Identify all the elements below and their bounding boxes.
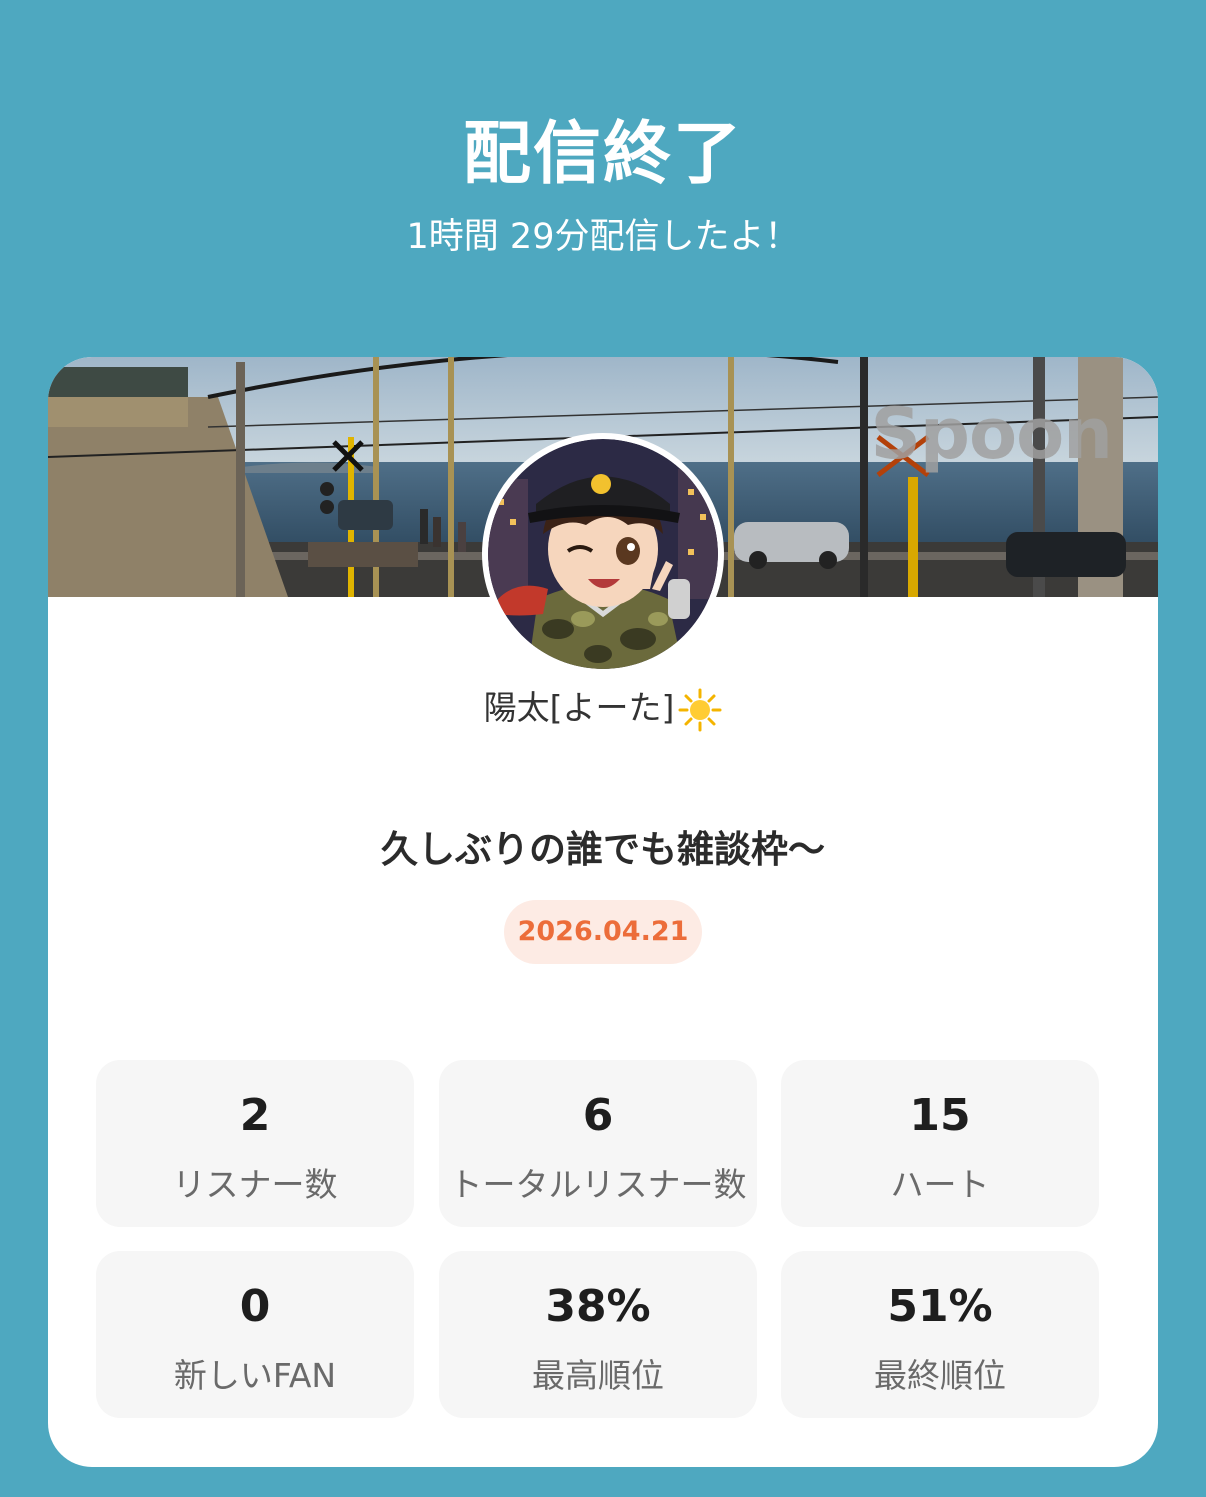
stat-value: 51% [887, 1281, 993, 1332]
stat-value: 0 [239, 1281, 271, 1332]
stat-label: 最高順位 [532, 1356, 664, 1395]
avatar[interactable] [482, 433, 724, 675]
stat-value: 38% [545, 1281, 651, 1332]
spoon-logo: Spoon [870, 393, 1113, 475]
stat-label: リスナー数 [172, 1165, 338, 1204]
stat-value: 6 [582, 1090, 614, 1141]
stat-label: 最終順位 [874, 1356, 1006, 1395]
stat-value: 15 [909, 1090, 971, 1141]
sun-emoji-icon [678, 688, 722, 732]
broadcast-summary-card: Spoon 陽太[よーた] 久しぶりの誰でも雑談枠〜 2026.04.21 2 … [48, 357, 1158, 1467]
stat-label: トータルリスナー数 [449, 1165, 747, 1204]
live-title: 久しぶりの誰でも雑談枠〜 [381, 828, 825, 871]
username: 陽太[よーた] [48, 681, 1158, 732]
stat-label: ハート [890, 1165, 990, 1204]
stat-hearts: 15 ハート [781, 1060, 1099, 1227]
stat-total-listeners: 6 トータルリスナー数 [439, 1060, 757, 1227]
stat-listeners: 2 リスナー数 [96, 1060, 414, 1227]
stat-highest-rank: 38% 最高順位 [439, 1251, 757, 1418]
username-text: 陽太[よーた] [483, 688, 675, 727]
page-title: 配信終了 [462, 115, 743, 194]
stat-final-rank: 51% 最終順位 [781, 1251, 1099, 1418]
stat-value: 2 [239, 1090, 271, 1141]
broadcast-duration: 1時間 29分配信したよ！ [406, 217, 800, 257]
stat-new-fans: 0 新しいFAN [96, 1251, 414, 1418]
stat-label: 新しいFAN [173, 1356, 337, 1395]
date-badge: 2026.04.21 [504, 900, 702, 964]
